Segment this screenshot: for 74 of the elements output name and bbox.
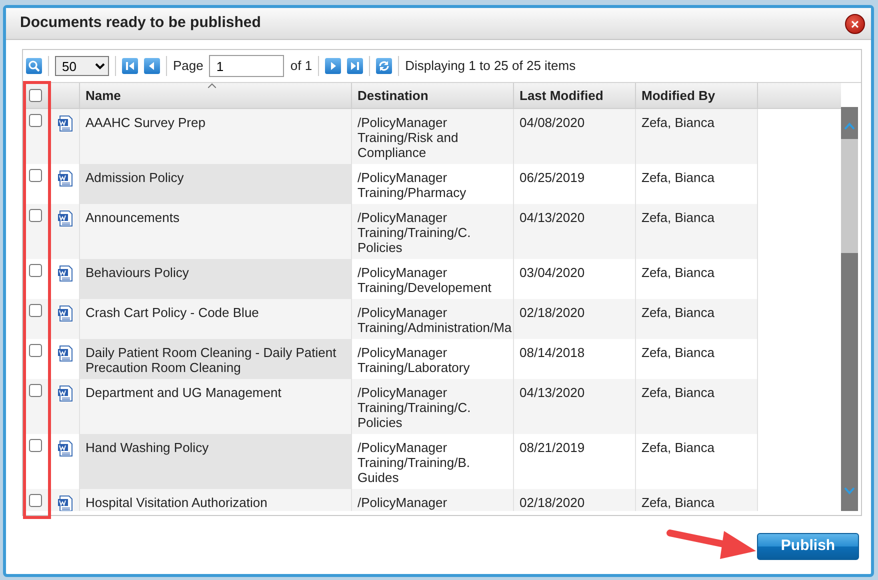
close-button[interactable]: × [845, 14, 865, 34]
table-cell: Admission Policy [79, 164, 351, 204]
search-icon[interactable] [26, 58, 42, 74]
table-cell: Zefa, Bianca [635, 298, 757, 338]
table-cell: Zefa, Bianca [635, 338, 757, 378]
refresh-icon[interactable] [376, 58, 392, 74]
table-cell: 06/25/2019 [513, 164, 635, 204]
table-cell: Department and UG Management [79, 378, 351, 434]
page-size-select[interactable]: 50 [55, 56, 109, 76]
previous-page-icon[interactable] [144, 58, 160, 74]
document-icon [56, 304, 74, 322]
table-cell: 03/04/2020 [513, 258, 635, 298]
table-cell: /PolicyManager Training/Administration/Ma [351, 298, 513, 338]
table-cell: 02/18/2020 [513, 298, 635, 338]
table-cell: /PolicyManager Training/Pharmacy [351, 164, 513, 204]
scrollbar[interactable] [841, 107, 858, 511]
column-header[interactable]: Name [79, 83, 351, 108]
window-title: Documents ready to be published [20, 13, 262, 34]
first-page-icon[interactable] [122, 58, 138, 74]
next-page-icon[interactable] [325, 58, 342, 74]
row-checkbox[interactable] [29, 304, 42, 316]
table-cell: /PolicyManager Training/Training/C. Policies [351, 204, 513, 258]
table-cell: /PolicyManager Training/Training/B. Guides [351, 434, 513, 488]
row-checkbox[interactable] [29, 438, 42, 452]
table-cell: Behaviours Policy [79, 258, 351, 298]
last-page-icon[interactable] [347, 58, 364, 74]
table-cell: Hospital Visitation Authorization [79, 488, 351, 511]
table-cell: Announcements [79, 204, 351, 258]
table-cell: Crash Cart Policy - Code Blue [79, 298, 351, 338]
scrollbar-thumb[interactable] [841, 139, 858, 253]
row-checkbox[interactable] [29, 264, 42, 276]
document-icon [56, 114, 74, 132]
table-cell: 02/18/2020 [513, 488, 635, 511]
table-cell: /PolicyManager Training/Risk and Compliance [351, 108, 513, 164]
table-cell: 08/14/2018 [513, 338, 635, 378]
row-checkbox[interactable] [29, 208, 42, 222]
pager-summary: Displaying 1 to 25 of 25 items [405, 57, 576, 76]
table-cell: Zefa, Bianca [635, 164, 757, 204]
table-cell: Hand Washing Policy [79, 434, 351, 488]
page-label: Page [173, 57, 204, 76]
document-icon [56, 384, 74, 402]
table-cell: Zefa, Bianca [635, 258, 757, 298]
table-cell: /PolicyManager Training/Laboratory [351, 338, 513, 378]
select-all-checkbox[interactable] [29, 89, 42, 102]
column-header[interactable]: Destination [351, 83, 513, 108]
document-icon [56, 440, 74, 457]
table-cell: Zefa, Bianca [635, 488, 757, 511]
row-checkbox[interactable] [29, 168, 42, 182]
table-cell: 08/21/2019 [513, 434, 635, 488]
table-cell: Zefa, Bianca [635, 434, 757, 488]
row-checkbox[interactable] [29, 494, 42, 506]
table-cell: 04/13/2020 [513, 378, 635, 434]
table-cell: Zefa, Bianca [635, 378, 757, 434]
row-checkbox[interactable] [29, 384, 42, 396]
table-cell: /PolicyManager Training/Developement [351, 258, 513, 298]
column-header[interactable]: Modified By [635, 83, 757, 108]
table-cell: 04/08/2020 [513, 108, 635, 164]
table-cell: Zefa, Bianca [635, 108, 757, 164]
document-icon [56, 170, 74, 187]
sort-icon [208, 83, 216, 88]
document-icon [56, 264, 74, 282]
table-cell: 04/13/2020 [513, 204, 635, 258]
row-checkbox[interactable] [29, 114, 42, 126]
table-cell: /PolicyManager Training/Training/C. Policies [351, 378, 513, 434]
document-icon [56, 344, 74, 362]
table-cell: /PolicyManager [351, 488, 513, 511]
document-icon [56, 210, 74, 227]
table-cell: AAAHC Survey Prep [79, 108, 351, 164]
page-count: of 1 [290, 57, 312, 76]
row-checkbox[interactable] [29, 344, 42, 356]
column-header[interactable]: Last Modified [513, 83, 635, 108]
page-input[interactable]: 1 [209, 55, 284, 77]
table-cell: Daily Patient Room Cleaning - Daily Patient Precaution Room Cleaning [79, 338, 351, 378]
table-cell: Zefa, Bianca [635, 204, 757, 258]
